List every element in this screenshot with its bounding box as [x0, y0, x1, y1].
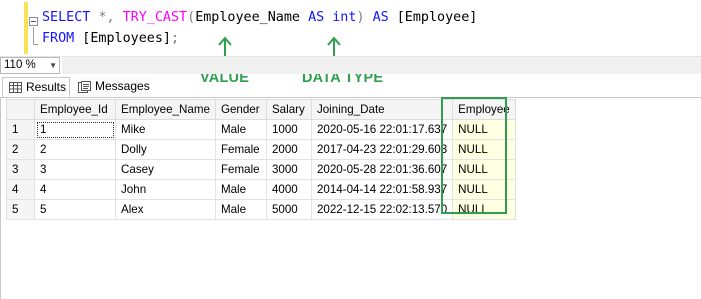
row-number[interactable]: 4	[6, 179, 35, 200]
row-number[interactable]: 3	[6, 159, 35, 180]
table-cell[interactable]: 5	[34, 199, 116, 220]
code-token: (	[187, 10, 196, 25]
horizontal-scrollbar[interactable]	[62, 57, 701, 74]
table-cell[interactable]: 4	[34, 179, 116, 200]
tab-results[interactable]: Results	[2, 77, 70, 98]
column-header[interactable]: Employee_Name	[115, 99, 216, 120]
code-token: [Employees]	[74, 31, 171, 46]
messages-icon	[78, 80, 91, 93]
table-row: 1 1 Mike Male 1000 2020-05-16 22:01:17.6…	[6, 119, 516, 140]
table-row: 4 4 John Male 4000 2014-04-14 22:01:58.9…	[6, 179, 516, 200]
grid-icon	[9, 82, 22, 94]
chevron-down-icon[interactable]: ▼	[49, 58, 57, 73]
column-header[interactable]: Employee_Id	[34, 99, 116, 120]
tab-messages[interactable]: Messages	[74, 77, 152, 98]
table-cell[interactable]: Male	[214, 179, 267, 200]
code-token: [Employee]	[388, 10, 478, 25]
table-cell[interactable]: Dolly	[115, 139, 216, 160]
code-token: ;	[171, 31, 180, 46]
table-cell[interactable]: Alex	[115, 199, 216, 220]
code-token: *,	[98, 10, 115, 25]
editor-status-row: 110 % ▼	[0, 56, 701, 74]
tab-messages-label: Messages	[95, 79, 150, 93]
table-cell[interactable]: 1000	[265, 119, 312, 140]
region-guide-line	[33, 27, 38, 45]
code-token: )	[356, 10, 365, 25]
row-number[interactable]: 1	[6, 119, 35, 140]
table-cell[interactable]: 2017-04-23 22:01:29.603	[310, 139, 454, 160]
column-header[interactable]: Joining_Date	[310, 99, 454, 120]
row-number[interactable]: 2	[6, 139, 35, 160]
code-token: TRY_CAST	[122, 10, 188, 25]
table-cell[interactable]: 2020-05-16 22:01:17.637	[310, 119, 454, 140]
code-token: FROM	[42, 31, 75, 46]
code-line-2[interactable]: FROM [Employees];	[42, 31, 179, 47]
table-cell[interactable]: 1	[34, 119, 116, 140]
table-cell[interactable]: 2022-12-15 22:02:13.570	[310, 199, 454, 220]
results-table: Employee_Id Employee_Name Gender Salary …	[6, 99, 516, 220]
code-token: SELECT	[42, 10, 91, 25]
code-line-1[interactable]: SELECT *, TRY_CAST(Employee_Name AS int)…	[42, 10, 477, 26]
code-token: int	[332, 10, 357, 25]
row-number-header[interactable]	[6, 99, 35, 120]
table-cell[interactable]: NULL	[452, 139, 516, 160]
collapse-region-icon[interactable]	[29, 17, 38, 26]
table-row: 2 2 Dolly Female 2000 2017-04-23 22:01:2…	[6, 139, 516, 160]
table-cell[interactable]: NULL	[452, 199, 516, 220]
table-cell[interactable]: Female	[214, 159, 267, 180]
row-number[interactable]: 5	[6, 199, 35, 220]
table-cell[interactable]: Mike	[115, 119, 216, 140]
code-token: AS	[372, 10, 389, 25]
result-tabs: Results Messages	[0, 77, 701, 98]
table-cell[interactable]: 2000	[265, 139, 312, 160]
tab-results-label: Results	[26, 80, 67, 94]
results-grid: Employee_Id Employee_Name Gender Salary …	[0, 98, 701, 299]
table-cell[interactable]: 3	[34, 159, 116, 180]
zoom-select[interactable]: 110 % ▼	[0, 57, 60, 74]
table-row: 5 5 Alex Male 5000 2022-12-15 22:02:13.5…	[6, 199, 516, 220]
table-cell[interactable]: Male	[214, 119, 267, 140]
table-cell[interactable]: 2014-04-14 22:01:58.937	[310, 179, 454, 200]
table-row: 3 3 Casey Female 3000 2020-05-28 22:01:3…	[6, 159, 516, 180]
query-editor[interactable]: SELECT *, TRY_CAST(Employee_Name AS int)…	[0, 0, 701, 65]
table-cell[interactable]: John	[115, 179, 216, 200]
zoom-value: 110 %	[4, 59, 36, 71]
code-token: Employee_Name	[195, 10, 300, 25]
code-token: AS	[308, 10, 325, 25]
table-cell[interactable]: NULL	[452, 159, 516, 180]
table-cell[interactable]: 4000	[265, 179, 312, 200]
header-row: Employee_Id Employee_Name Gender Salary …	[6, 99, 516, 120]
table-cell[interactable]: NULL	[452, 119, 516, 140]
table-cell[interactable]: Casey	[115, 159, 216, 180]
column-header[interactable]: Employee	[452, 99, 516, 120]
table-cell[interactable]: Female	[214, 139, 267, 160]
table-cell[interactable]: NULL	[452, 179, 516, 200]
table-cell[interactable]: Male	[214, 199, 267, 220]
table-cell[interactable]: 2020-05-28 22:01:36.607	[310, 159, 454, 180]
table-cell[interactable]: 5000	[265, 199, 312, 220]
table-cell[interactable]: 2	[34, 139, 116, 160]
column-header[interactable]: Salary	[265, 99, 312, 120]
changed-lines-marker	[24, 2, 28, 54]
column-header[interactable]: Gender	[214, 99, 267, 120]
table-cell[interactable]: 3000	[265, 159, 312, 180]
